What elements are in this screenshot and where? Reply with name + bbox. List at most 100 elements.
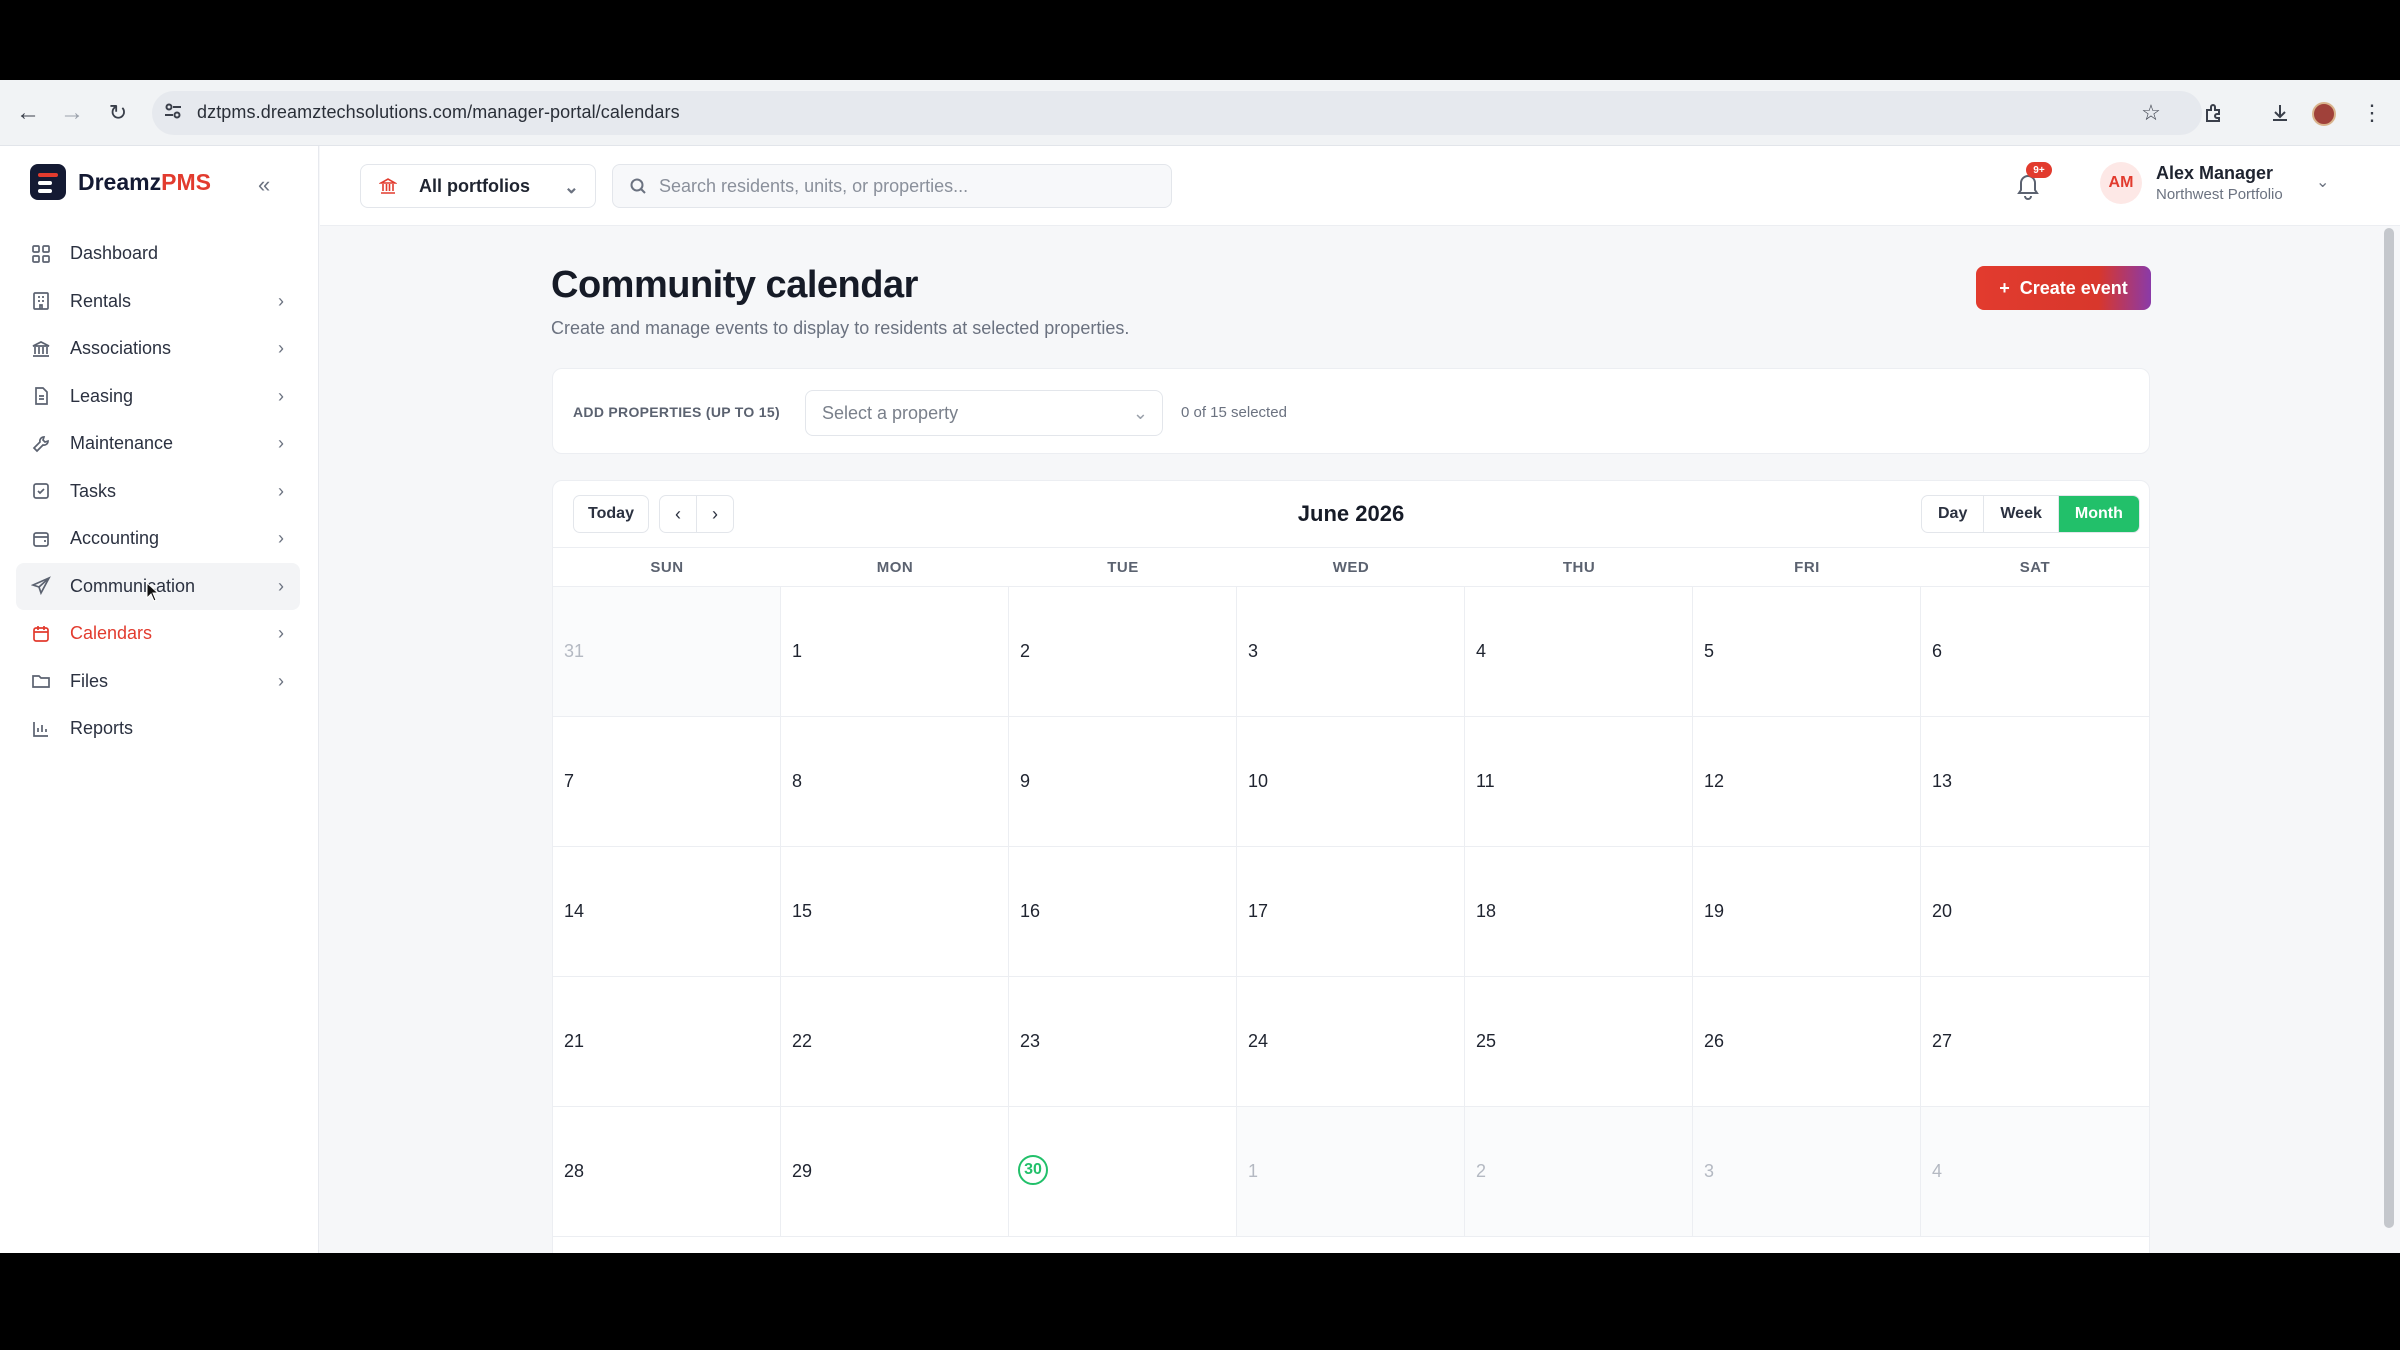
page-scrollbar[interactable] bbox=[2384, 228, 2394, 1228]
create-event-button[interactable]: + Create event bbox=[1976, 266, 2151, 310]
sidebar-item-accounting[interactable]: Accounting › bbox=[16, 515, 300, 563]
calendar-day[interactable]: 21 bbox=[553, 977, 781, 1107]
sidebar-item-reports[interactable]: Reports bbox=[16, 705, 300, 753]
calendar-card: June 2026 Today ‹ › Day Week Month SUN MO… bbox=[552, 480, 2150, 1253]
sidebar-item-leasing[interactable]: Leasing › bbox=[16, 373, 300, 421]
user-name: Alex Manager bbox=[2156, 163, 2274, 183]
calendar-day[interactable]: 13 bbox=[1921, 717, 2149, 847]
sidebar-item-associations[interactable]: Associations › bbox=[16, 325, 300, 373]
sidebar-item-tasks[interactable]: Tasks › bbox=[16, 468, 300, 516]
browser-profile-avatar[interactable] bbox=[2312, 102, 2336, 126]
calendar-day[interactable]: 3 bbox=[1693, 1107, 1921, 1237]
calendar-day[interactable]: 28 bbox=[553, 1107, 781, 1237]
chevron-left-icon[interactable]: ‹ bbox=[659, 495, 697, 533]
day-number: 19 bbox=[1704, 901, 1725, 921]
sidebar-item-label: Leasing bbox=[70, 385, 134, 406]
calendar-day[interactable]: 17 bbox=[1237, 847, 1465, 977]
chevron-right-icon: › bbox=[278, 385, 284, 406]
weekday-label: TUE bbox=[1107, 558, 1139, 576]
sidebar-item-files[interactable]: Files › bbox=[16, 658, 300, 706]
property-select[interactable]: Select a property ⌄ bbox=[805, 390, 1163, 436]
day-number: 1 bbox=[792, 641, 803, 661]
calendar-day[interactable]: 16 bbox=[1009, 847, 1237, 977]
calendar-day[interactable]: 23 bbox=[1009, 977, 1237, 1107]
calendar-day[interactable]: 2 bbox=[1465, 1107, 1693, 1237]
calendar-day[interactable]: 14 bbox=[553, 847, 781, 977]
calendar-day[interactable]: 24 bbox=[1237, 977, 1465, 1107]
back-arrow-icon[interactable]: ← bbox=[12, 97, 44, 129]
calendar-day[interactable]: 29 bbox=[781, 1107, 1009, 1237]
view-day-button[interactable]: Day bbox=[1922, 496, 1985, 532]
calendar-day[interactable]: 6 bbox=[1921, 587, 2149, 717]
day-number: 29 bbox=[792, 1161, 813, 1181]
calendar-day[interactable]: 15 bbox=[781, 847, 1009, 977]
calendar-day[interactable]: 4 bbox=[1921, 1107, 2149, 1237]
brand-logo[interactable]: DreamzPMS bbox=[30, 164, 211, 200]
sidebar-item-maintenance[interactable]: Maintenance › bbox=[16, 420, 300, 468]
extensions-icon[interactable] bbox=[2198, 97, 2230, 129]
sidebar-item-label: Calendars bbox=[70, 623, 153, 644]
search-input[interactable] bbox=[659, 175, 1139, 197]
user-menu[interactable]: AM Alex Manager Northwest Portfolio bbox=[2100, 162, 2283, 204]
portfolio-label: All portfolios bbox=[419, 175, 530, 196]
search-field[interactable] bbox=[612, 164, 1172, 208]
calendar-day[interactable]: 31 bbox=[553, 587, 781, 717]
calendar-day[interactable]: 1 bbox=[1237, 1107, 1465, 1237]
calendar-day[interactable]: 9 bbox=[1009, 717, 1237, 847]
calendar-day[interactable]: 25 bbox=[1465, 977, 1693, 1107]
sidebar-item-rentals[interactable]: Rentals › bbox=[16, 278, 300, 326]
day-number: 12 bbox=[1704, 771, 1725, 791]
sidebar-item-label: Reports bbox=[70, 718, 134, 739]
plus-icon: + bbox=[1999, 277, 2010, 298]
bookmark-star-icon[interactable]: ☆ bbox=[2135, 97, 2167, 129]
portfolio-selector[interactable]: All portfolios ⌄ bbox=[360, 164, 596, 208]
view-week-button[interactable]: Week bbox=[1984, 496, 2059, 532]
calendar-day[interactable]: 2 bbox=[1009, 587, 1237, 717]
reload-icon[interactable]: ↻ bbox=[102, 97, 134, 129]
calendar-day[interactable]: 5 bbox=[1693, 587, 1921, 717]
search-icon bbox=[630, 178, 646, 194]
calendar-day[interactable]: 22 bbox=[781, 977, 1009, 1107]
wallet-icon bbox=[30, 528, 52, 550]
url-text[interactable]: dztpms.dreamztechsolutions.com/manager-p… bbox=[197, 102, 680, 123]
day-number: 2 bbox=[1476, 1161, 1487, 1181]
calendar-day[interactable]: 26 bbox=[1693, 977, 1921, 1107]
collapse-sidebar-icon[interactable]: « bbox=[258, 172, 270, 198]
day-number: 14 bbox=[564, 901, 585, 921]
calendar-day[interactable]: 11 bbox=[1465, 717, 1693, 847]
calendar-day[interactable]: 20 bbox=[1921, 847, 2149, 977]
wrench-icon bbox=[30, 433, 52, 455]
forward-arrow-icon[interactable]: → bbox=[56, 97, 88, 129]
calendar-day[interactable]: 1 bbox=[781, 587, 1009, 717]
chevron-down-icon[interactable]: ⌄ bbox=[2316, 172, 2329, 192]
browser-toolbar: ← → ↻ dztpms.dreamztechsolutions.com/man… bbox=[0, 80, 2400, 146]
calendar-day-today[interactable]: 30 bbox=[1009, 1107, 1237, 1237]
download-icon[interactable] bbox=[2264, 97, 2296, 129]
calendar-day[interactable]: 8 bbox=[781, 717, 1009, 847]
properties-selected-count: 0 of 15 selected bbox=[1181, 404, 1287, 421]
calendar-day[interactable]: 27 bbox=[1921, 977, 2149, 1107]
today-button[interactable]: Today bbox=[573, 495, 649, 533]
grid-icon bbox=[30, 243, 52, 265]
checkbox-icon bbox=[30, 480, 52, 502]
calendar-day[interactable]: 7 bbox=[553, 717, 781, 847]
sidebar-item-dashboard[interactable]: Dashboard bbox=[16, 230, 300, 278]
day-number: 3 bbox=[1704, 1161, 1715, 1181]
sidebar-item-calendars[interactable]: Calendars › bbox=[16, 610, 300, 658]
weekday-label: THU bbox=[1562, 558, 1596, 576]
site-settings-icon[interactable] bbox=[162, 100, 184, 122]
calendar-day[interactable]: 18 bbox=[1465, 847, 1693, 977]
calendar-day[interactable]: 12 bbox=[1693, 717, 1921, 847]
calendar-day[interactable]: 3 bbox=[1237, 587, 1465, 717]
weekday-label: FRI bbox=[1794, 558, 1820, 576]
sidebar-item-label: Dashboard bbox=[70, 243, 159, 264]
page-title: Community calendar bbox=[551, 264, 918, 306]
calendar-day[interactable]: 19 bbox=[1693, 847, 1921, 977]
chevron-right-icon[interactable]: › bbox=[696, 495, 734, 533]
browser-menu-icon[interactable]: ⋮ bbox=[2356, 97, 2388, 129]
brand-name: DreamzPMS bbox=[78, 168, 211, 195]
sidebar-item-label: Communication bbox=[70, 575, 196, 596]
calendar-day[interactable]: 4 bbox=[1465, 587, 1693, 717]
view-month-button[interactable]: Month bbox=[2058, 496, 2139, 532]
calendar-day[interactable]: 10 bbox=[1237, 717, 1465, 847]
